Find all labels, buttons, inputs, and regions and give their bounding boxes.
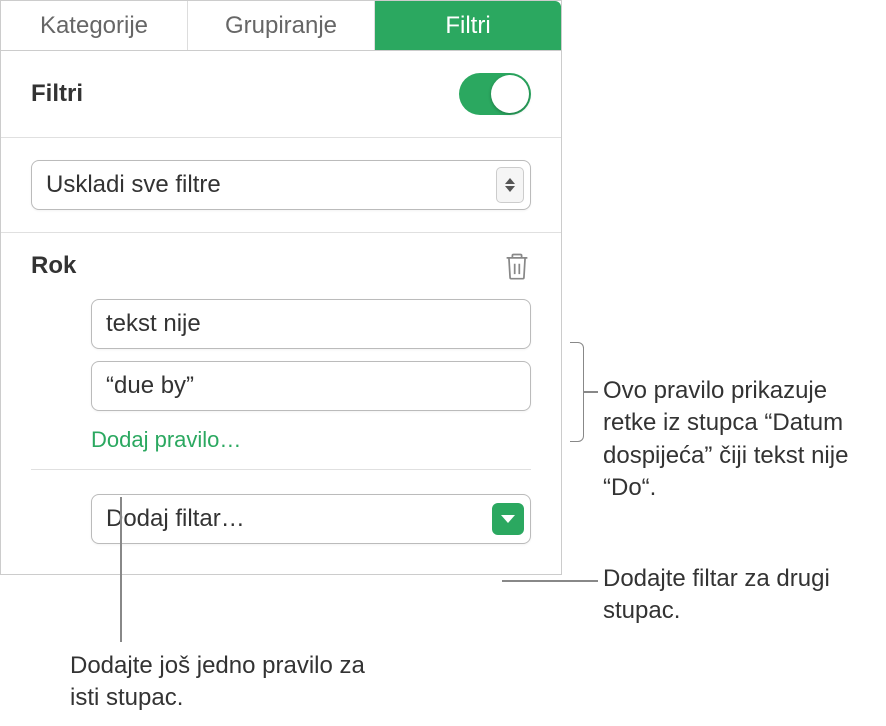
tab-grouping[interactable]: Grupiranje (188, 1, 375, 50)
toggle-knob (491, 75, 529, 113)
callout-line (120, 497, 122, 642)
match-row: Uskladi sve filtre (1, 138, 561, 233)
match-label: Uskladi sve filtre (46, 171, 221, 199)
add-filter-label: Dodaj filtar… (106, 505, 245, 533)
rule-condition-label: tekst nije (106, 310, 201, 338)
filter-title: Filtri (31, 80, 83, 108)
callout-add-rule: Dodajte još jedno pravilo za isti stupac… (70, 650, 370, 715)
match-select[interactable]: Uskladi sve filtre (31, 160, 531, 210)
callout-add-filter: Dodajte filtar za drugi stupac. (603, 563, 863, 628)
trash-icon[interactable] (503, 251, 531, 281)
rule-condition-select[interactable]: tekst nije (91, 299, 531, 349)
callout-bracket (570, 342, 584, 442)
rule-value-input[interactable]: “due by” (91, 361, 531, 411)
callout-rule: Ovo pravilo prikazuje retke iz stupca “D… (603, 375, 883, 505)
rule-value-label: “due by” (106, 372, 194, 400)
tab-categories[interactable]: Kategorije (1, 1, 188, 50)
add-filter-row: Dodaj filtar… (1, 470, 561, 574)
add-filter-select[interactable]: Dodaj filtar… (91, 494, 531, 544)
callout-line (584, 391, 598, 393)
chevron-down-icon (492, 503, 524, 535)
filters-toggle[interactable] (459, 73, 531, 115)
rule-section: tekst nije “due by” Dodaj pravilo… (1, 289, 561, 469)
tab-bar: Kategorije Grupiranje Filtri (1, 1, 561, 51)
updown-icon (496, 167, 524, 203)
panel-content: Filtri Uskladi sve filtre Rok tekst nije… (1, 51, 561, 574)
tab-filters[interactable]: Filtri (375, 1, 561, 50)
add-rule-link[interactable]: Dodaj pravilo… (91, 423, 241, 469)
column-name: Rok (31, 252, 76, 280)
filter-header: Filtri (1, 51, 561, 138)
column-header: Rok (1, 233, 561, 289)
callout-line (502, 580, 598, 582)
filter-panel: Kategorije Grupiranje Filtri Filtri Uskl… (0, 0, 562, 575)
